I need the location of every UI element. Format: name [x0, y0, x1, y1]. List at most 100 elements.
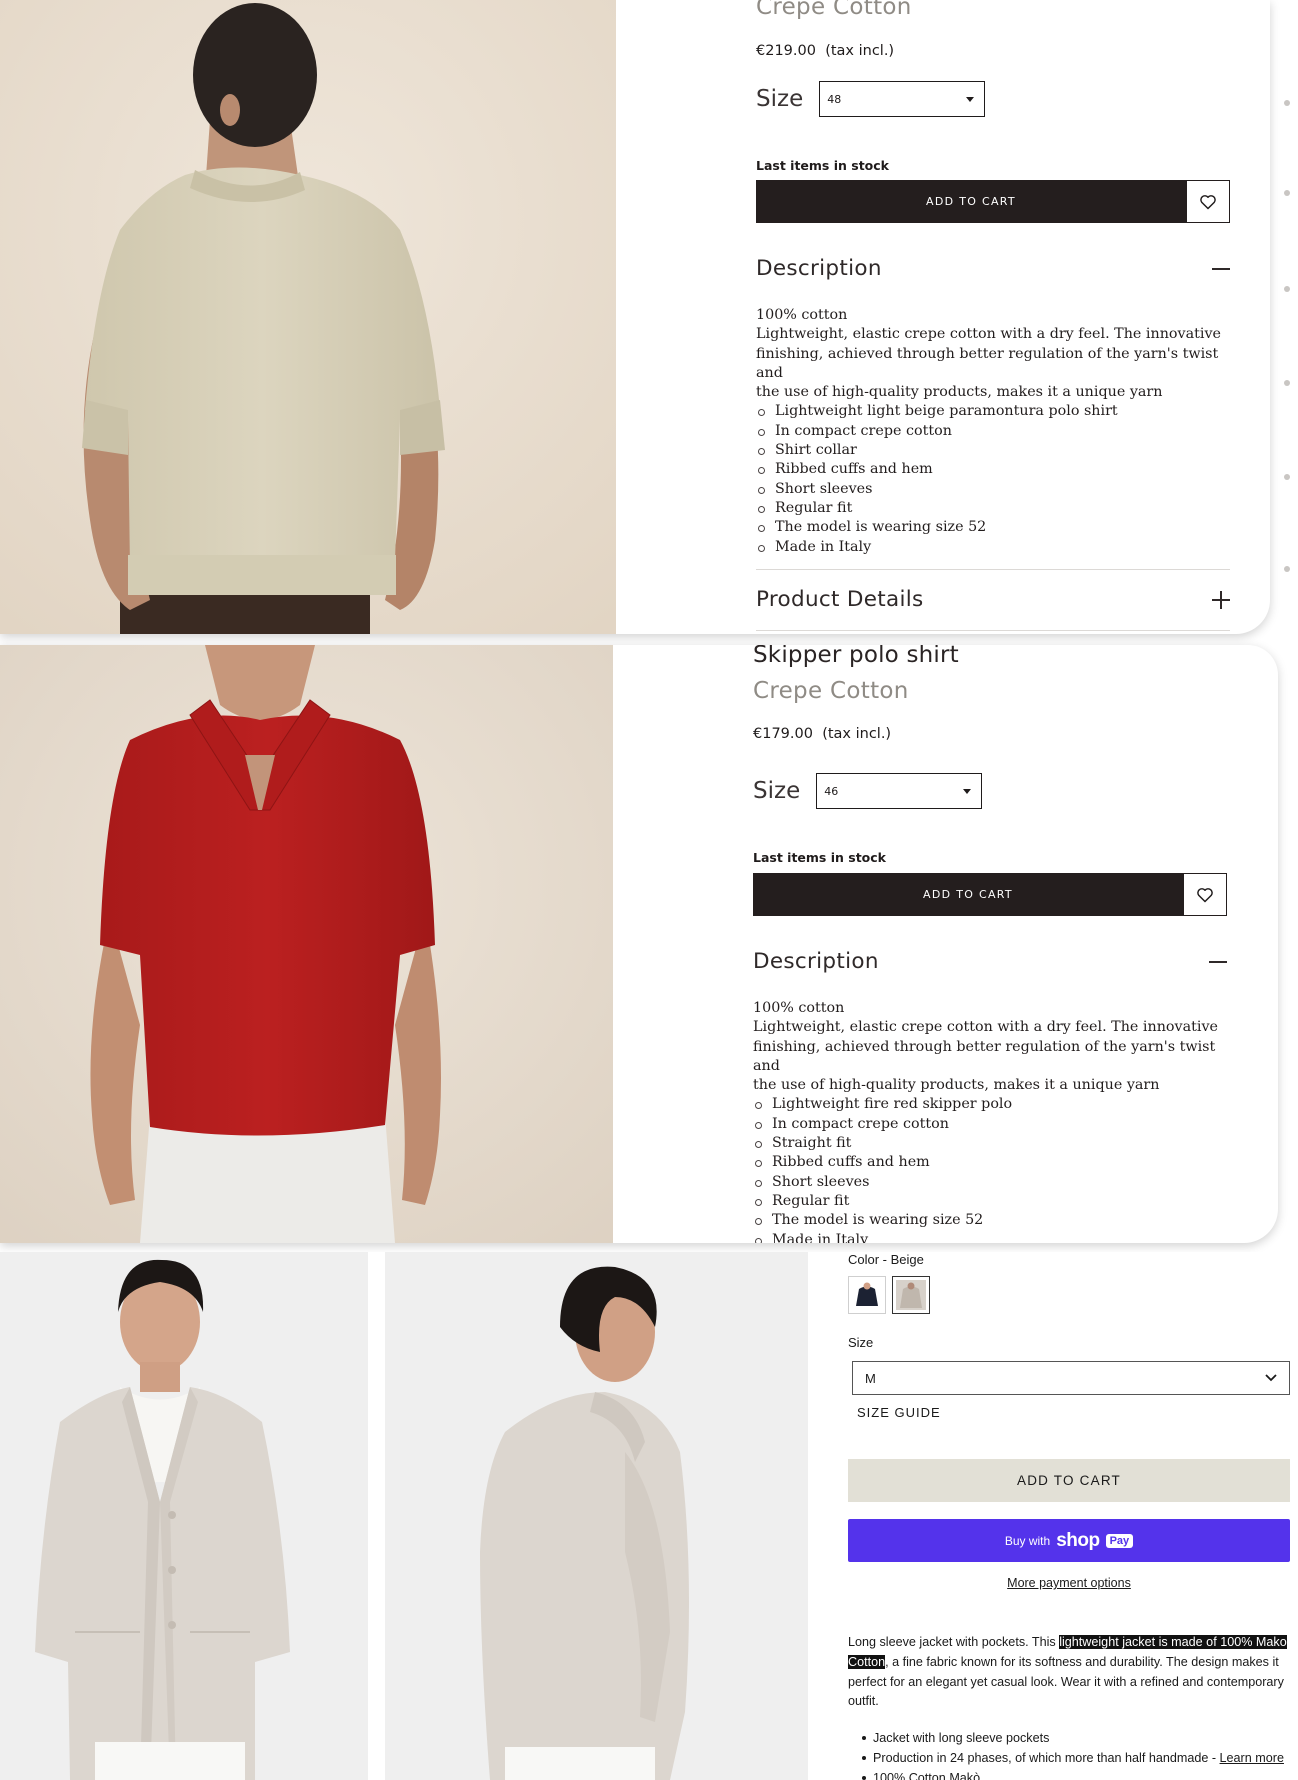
feature-list: Jacket with long sleeve pockets Producti… — [848, 1728, 1298, 1780]
feature-item: 100% Cotton Makò — [848, 1768, 1298, 1780]
product-subtitle: Crepe Cotton — [753, 678, 909, 704]
size-select[interactable]: M — [852, 1361, 1290, 1395]
add-to-cart-button[interactable]: ADD TO CART — [756, 180, 1186, 223]
description-accordion-header[interactable]: Description — [756, 256, 1230, 281]
minus-icon — [1209, 960, 1227, 963]
learn-more-link[interactable]: Learn more — [1220, 1751, 1284, 1765]
feature-item: Shirt collar — [756, 441, 1230, 460]
feature-item: Lightweight fire red skipper polo — [753, 1095, 1227, 1114]
size-select-value: 46 — [824, 784, 839, 798]
highlighted-text: lightweight jacket is made of 100% Mako — [1059, 1635, 1287, 1649]
description-line: finishing, achieved through better regul… — [756, 345, 1219, 381]
description-line: 100% cotton — [753, 1000, 845, 1016]
description-line: the use of high-quality products, makes … — [756, 384, 1163, 401]
add-to-cart-button[interactable]: ADD TO CART — [848, 1459, 1290, 1502]
pay-badge: Pay — [1105, 1533, 1134, 1548]
scroll-dot — [1284, 100, 1290, 106]
size-label: Size — [756, 86, 804, 112]
description-line: 100% cotton — [756, 307, 848, 323]
feature-item: In compact crepe cotton — [753, 1115, 1227, 1134]
size-select-value: 48 — [827, 92, 842, 106]
size-select[interactable]: 46 — [816, 773, 983, 809]
cart-row: ADD TO CART — [753, 873, 1227, 916]
feature-item: Lightweight light beige paramontura polo… — [756, 402, 1230, 421]
product-details-accordion-header[interactable]: Product Details — [756, 587, 1230, 612]
description-line: the use of high-quality products, makes … — [753, 1077, 1160, 1094]
heart-icon — [1200, 194, 1216, 209]
color-label: Color - Beige — [848, 1252, 924, 1267]
price: €179.00 — [753, 726, 813, 742]
divider — [756, 630, 1230, 631]
stock-status: Last items in stock — [753, 850, 886, 865]
product-page-jacket: Color - Beige Size M SIZE GUIDE ADD TO C… — [0, 1252, 1298, 1780]
cart-row: ADD TO CART — [756, 180, 1230, 223]
caret-down-icon — [963, 788, 972, 794]
feature-item: Made in Italy — [753, 1231, 1227, 1243]
description-line: finishing, achieved through better regul… — [753, 1038, 1216, 1074]
color-swatch-beige[interactable] — [892, 1276, 930, 1314]
highlighted-text: Cotton — [848, 1654, 886, 1669]
more-payment-options-link[interactable]: More payment options — [848, 1576, 1290, 1590]
size-row: Size 46 — [753, 773, 983, 809]
price: €219.00 — [756, 43, 816, 59]
scroll-dot — [1284, 286, 1290, 292]
wishlist-button[interactable] — [1183, 873, 1227, 916]
shop-pay-button[interactable]: Buy with shop Pay — [848, 1519, 1290, 1562]
heart-icon — [1197, 887, 1213, 902]
plus-icon — [1212, 590, 1230, 609]
shop-logo: shop — [1056, 1529, 1100, 1551]
size-label: Size — [753, 778, 801, 804]
shop-pay-prefix: Buy with — [1004, 1533, 1051, 1548]
description-line: Lightweight, elastic crepe cotton with a… — [756, 326, 1221, 343]
size-select[interactable]: 48 — [819, 81, 986, 117]
description-body: 100% cotton Lightweight, elastic crepe c… — [753, 999, 1227, 1243]
add-to-cart-button[interactable]: ADD TO CART — [753, 873, 1183, 916]
description-title: Description — [756, 256, 882, 281]
navy-jacket-thumbnail-icon — [856, 1282, 878, 1306]
feature-item: Short sleeves — [756, 480, 1230, 499]
scroll-dot — [1284, 566, 1290, 572]
size-select-value: M — [865, 1370, 876, 1386]
feature-item: Regular fit — [756, 499, 1230, 518]
size-row: Size 48 — [756, 81, 986, 117]
tax-note: (tax incl.) — [825, 43, 895, 59]
size-label: Size — [848, 1335, 874, 1350]
minus-icon — [1212, 267, 1230, 270]
description-line: Lightweight, elastic crepe cotton with a… — [753, 1019, 1218, 1036]
tax-note: (tax incl.) — [822, 726, 892, 742]
caret-down-icon — [966, 96, 975, 102]
feature-item: In compact crepe cotton — [756, 422, 1230, 441]
description-text: Long sleeve jacket with pockets. This — [848, 1635, 1060, 1649]
feature-item: Ribbed cuffs and hem — [756, 460, 1230, 479]
chevron-down-icon — [1265, 1374, 1277, 1382]
product-card-skipper-polo: Skipper polo shirt Crepe Cotton €179.00 … — [0, 645, 1278, 1243]
feature-item: Regular fit — [753, 1192, 1227, 1211]
description-body: 100% cotton Lightweight, elastic crepe c… — [756, 306, 1230, 557]
product-subtitle: Crepe Cotton — [756, 0, 912, 20]
product-description: Long sleeve jacket with pockets. This li… — [848, 1633, 1290, 1712]
size-guide-link[interactable]: SIZE GUIDE — [857, 1405, 941, 1420]
color-swatch-navy[interactable] — [848, 1276, 886, 1314]
product-details-title: Product Details — [756, 587, 924, 612]
scroll-dot — [1284, 474, 1290, 480]
product-info-1: Crepe Cotton — [756, 0, 912, 20]
description-accordion-header[interactable]: Description — [753, 949, 1227, 974]
feature-list: Lightweight light beige paramontura polo… — [756, 402, 1230, 556]
wishlist-button[interactable] — [1186, 180, 1230, 223]
product-card-beige-polo: Crepe Cotton €219.00 (tax incl.) Size 48… — [0, 0, 1270, 634]
description-text: , a fine fabric known for its softness a… — [848, 1654, 1284, 1709]
scroll-dot — [1284, 190, 1290, 196]
feature-item: The model is wearing size 52 — [756, 518, 1230, 537]
feature-item: The model is wearing size 52 — [753, 1211, 1227, 1230]
feature-item: Short sleeves — [753, 1173, 1227, 1192]
beige-jacket-thumbnail-icon — [896, 1280, 926, 1310]
price-row: €179.00 (tax incl.) — [753, 726, 891, 742]
price-row: €219.00 (tax incl.) — [756, 43, 894, 59]
product-photo-beige-polo-back — [0, 0, 616, 634]
product-photo-jacket-front — [0, 1252, 368, 1780]
feature-item: Straight fit — [753, 1134, 1227, 1153]
product-title: Skipper polo shirt — [753, 645, 959, 668]
feature-item: Made in Italy — [756, 538, 1230, 557]
product-photo-red-polo-front — [0, 645, 613, 1243]
stock-status: Last items in stock — [756, 158, 889, 173]
